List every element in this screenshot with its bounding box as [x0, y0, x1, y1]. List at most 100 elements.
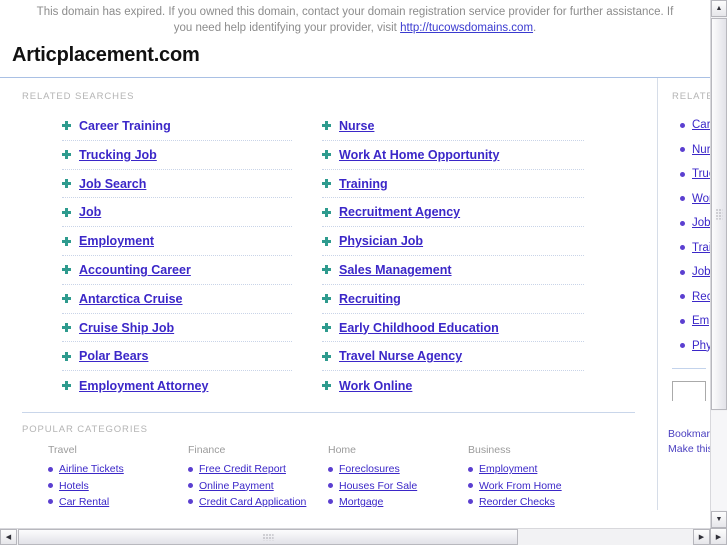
related-search-link[interactable]: Cruise Ship Job [79, 321, 174, 335]
list-item[interactable]: Free Credit Report [188, 461, 328, 477]
related-search-link[interactable]: Trucking Job [79, 148, 157, 162]
list-item[interactable]: Career Training [62, 112, 292, 141]
related-search-link[interactable]: Job Search [79, 177, 146, 191]
related-search-link[interactable]: Training [339, 177, 388, 191]
list-item[interactable]: Work At Home Opportunity [680, 187, 710, 212]
related-search-link[interactable]: Physician Job [339, 234, 423, 248]
sidebar-related-link[interactable]: Work At Home Opportunity [692, 193, 710, 205]
list-item[interactable]: Physician Job [322, 227, 584, 257]
list-item[interactable]: Employment [468, 461, 608, 477]
list-item[interactable]: Employment Attorney [62, 371, 292, 400]
category-link[interactable]: Online Payment [199, 480, 274, 492]
horizontal-scroll-thumb[interactable] [18, 529, 518, 545]
sidebar-related-link[interactable]: Employment [692, 315, 710, 327]
list-item[interactable]: Nurse [680, 138, 710, 163]
scroll-left-button[interactable]: ◀ [0, 529, 17, 545]
category-link[interactable]: Work From Home [479, 480, 562, 492]
list-item[interactable]: Training [680, 236, 710, 261]
list-item[interactable]: Job [680, 260, 710, 285]
list-item[interactable]: Hotels [48, 477, 188, 493]
sidebar-related-link[interactable]: Recruitment Agency [692, 291, 710, 303]
bookmark-label[interactable]: Bookmark [668, 427, 710, 442]
related-search-link[interactable]: Accounting Career [79, 263, 191, 277]
list-item[interactable]: Employment [62, 227, 292, 257]
list-item[interactable]: Polar Bears [62, 342, 292, 372]
sidebar-related-link[interactable]: Training [692, 242, 710, 254]
sidebar-related-link[interactable]: Physician Job [692, 340, 710, 352]
list-item[interactable]: Training [322, 170, 584, 199]
related-search-link[interactable]: Employment [79, 234, 154, 248]
list-item[interactable]: Recruitment Agency [322, 198, 584, 228]
list-item[interactable]: Airline Tickets [48, 461, 188, 477]
list-item[interactable]: Nurse [322, 112, 584, 141]
related-search-link[interactable]: Travel Nurse Agency [339, 349, 462, 363]
list-item[interactable]: Cruise Ship Job [62, 314, 292, 343]
scroll-right-button[interactable]: ▶ [693, 529, 710, 545]
list-item[interactable]: Travel Nurse Agency [322, 342, 584, 372]
list-item[interactable]: Job Search [62, 170, 292, 199]
related-search-link[interactable]: Nurse [339, 119, 374, 133]
related-search-link[interactable]: Career Training [79, 119, 171, 133]
related-search-link[interactable]: Job [79, 205, 101, 219]
sidebar-related-link[interactable]: Job Search [692, 217, 710, 229]
vertical-scrollbar[interactable]: ▲ ▼ [710, 0, 727, 528]
list-item[interactable]: Recruiting [322, 285, 584, 314]
category-link[interactable]: Reorder Checks [479, 496, 555, 508]
related-search-link[interactable]: Recruiting [339, 292, 401, 306]
related-search-link[interactable]: Antarctica Cruise [79, 292, 183, 306]
list-item[interactable]: Online Payment [188, 477, 328, 493]
related-search-link[interactable]: Work Online [339, 379, 412, 393]
category-link[interactable]: Foreclosures [339, 463, 400, 475]
category-link[interactable]: Houses For Sale [339, 480, 417, 492]
scroll-up-button[interactable]: ▲ [711, 0, 727, 17]
related-search-link[interactable]: Employment Attorney [79, 379, 208, 393]
sidebar-search-box[interactable] [672, 381, 706, 402]
related-search-link[interactable]: Recruitment Agency [339, 205, 460, 219]
list-item[interactable]: Reorder Checks [468, 494, 608, 510]
list-item[interactable]: Mortgage [328, 494, 468, 510]
category-link[interactable]: Hotels [59, 480, 89, 492]
list-item[interactable]: Work Online [322, 371, 584, 400]
sidebar-related-link[interactable]: Job [692, 266, 710, 278]
category-link[interactable]: Employment [479, 463, 537, 475]
list-item[interactable]: Early Childhood Education [322, 314, 584, 343]
sidebar-related-link[interactable]: Trucking Job [692, 168, 710, 180]
list-item[interactable]: Accounting Career [62, 256, 292, 285]
list-item[interactable]: Employment [680, 309, 710, 334]
resize-grip-button[interactable]: ▶ [710, 528, 727, 545]
related-search-link[interactable]: Early Childhood Education [339, 321, 499, 335]
category-link[interactable]: Airline Tickets [59, 463, 124, 475]
make-this-label[interactable]: Make this [668, 442, 710, 457]
search-input[interactable] [673, 383, 705, 402]
list-item[interactable]: Physician Job [680, 334, 710, 359]
list-item[interactable]: Trucking Job [62, 141, 292, 170]
sidebar-related-link[interactable]: Nurse [692, 144, 710, 156]
list-item[interactable]: Job Search [680, 211, 710, 236]
list-item[interactable]: Car Rental [48, 494, 188, 510]
list-item[interactable]: Antarctica Cruise [62, 285, 292, 314]
sidebar-related-link[interactable]: Career Training [692, 119, 710, 131]
list-item[interactable]: Foreclosures [328, 461, 468, 477]
horizontal-scrollbar[interactable]: ◀ ▶ [0, 528, 710, 545]
list-item[interactable]: Sales Management [322, 256, 584, 285]
related-search-link[interactable]: Polar Bears [79, 349, 148, 363]
category-link[interactable]: Credit Card Application [199, 496, 306, 508]
list-item[interactable]: Houses For Sale [328, 477, 468, 493]
scroll-down-button[interactable]: ▼ [711, 511, 727, 528]
list-item[interactable]: Work From Home [468, 477, 608, 493]
list-item[interactable]: Career Training [680, 113, 710, 138]
category-link[interactable]: Mortgage [339, 496, 383, 508]
list-item[interactable]: Trucking Job [680, 162, 710, 187]
related-search-link[interactable]: Sales Management [339, 263, 452, 277]
tucowsdomains-link[interactable]: http://tucowsdomains.com [400, 22, 533, 34]
category-link[interactable]: Free Credit Report [199, 463, 286, 475]
list-item[interactable]: Work At Home Opportunity [322, 141, 584, 170]
related-search-link[interactable]: Work At Home Opportunity [339, 148, 499, 162]
vertical-scroll-thumb[interactable] [711, 18, 727, 410]
vertical-scroll-track[interactable] [711, 411, 727, 510]
list-item[interactable]: Recruitment Agency [680, 285, 710, 310]
category-link[interactable]: Car Rental [59, 496, 109, 508]
category-group-finance: Finance Free Credit Report Online Paymen… [188, 444, 328, 510]
list-item[interactable]: Credit Card Application [188, 494, 328, 510]
list-item[interactable]: Job [62, 198, 292, 228]
